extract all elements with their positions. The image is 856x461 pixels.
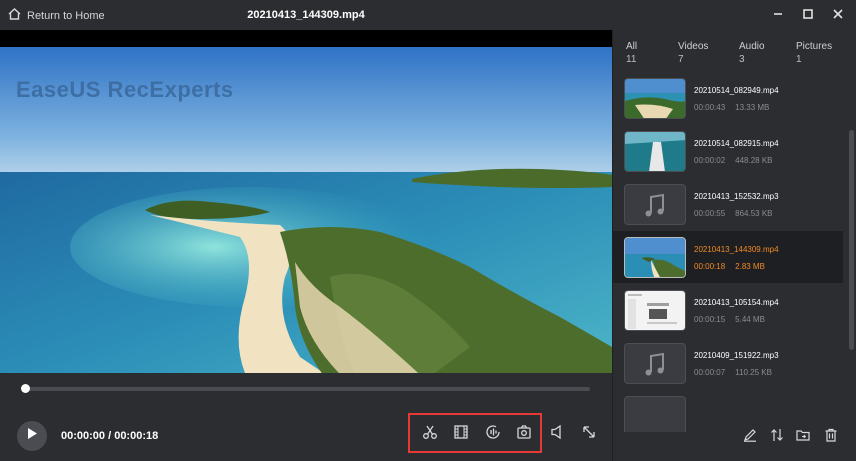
file-meta: 00:00:18 2.83 MB (694, 262, 765, 271)
watermark-text: EaseUS RecExperts (16, 77, 234, 102)
list-item[interactable]: 20210413_152532.mp3 00:00:55 864.53 KB (613, 178, 843, 230)
tab-videos[interactable]: Videos 7 (678, 40, 708, 66)
video-thumbnail (624, 396, 686, 432)
tab-count: 3 (739, 54, 745, 65)
file-duration: 00:00:15 (694, 315, 726, 324)
tab-pictures[interactable]: Pictures 1 (796, 40, 832, 66)
tab-label: Pictures (796, 41, 833, 52)
audio-thumbnail (624, 343, 686, 384)
list-scrollbar[interactable] (849, 130, 854, 350)
sort-icon (770, 428, 784, 447)
video-thumbnail (624, 131, 686, 172)
tab-count: 11 (626, 54, 637, 65)
file-size: 448.28 KB (735, 156, 773, 165)
play-icon (26, 427, 38, 445)
camera-icon (516, 424, 532, 445)
title-bar: Return to Home 20210413_144309.mp4 (0, 0, 856, 30)
list-item[interactable] (613, 390, 843, 432)
speaker-icon (549, 424, 565, 445)
trash-icon (824, 428, 838, 447)
audio-button[interactable] (484, 424, 502, 445)
maximize-icon[interactable] (800, 6, 816, 22)
scissors-icon (422, 424, 438, 445)
file-duration: 00:00:55 (694, 209, 726, 218)
file-meta: 00:00:55 864.53 KB (694, 209, 773, 218)
delete-button[interactable] (822, 428, 840, 446)
extract-frames-button[interactable] (452, 424, 470, 445)
tab-count: 1 (796, 54, 802, 65)
tab-label: Audio (739, 41, 765, 52)
video-thumbnail (624, 237, 686, 278)
progress-bar[interactable] (21, 384, 590, 393)
pen-icon (743, 428, 757, 447)
screenshot-button[interactable] (515, 424, 533, 445)
fullscreen-button[interactable] (580, 425, 598, 443)
file-duration: 00:00:07 (694, 368, 726, 377)
file-duration: 00:00:43 (694, 103, 726, 112)
video-thumbnail (624, 78, 686, 119)
tab-label: All (626, 41, 638, 52)
filter-tabs: All 11 Videos 7 Audio 3 Pictures 1 (613, 40, 856, 70)
trim-button[interactable] (421, 425, 439, 443)
time-display: 00:00:00 / 00:00:18 (61, 430, 159, 442)
file-meta: 00:00:15 5.44 MB (694, 315, 765, 324)
video-player[interactable]: EaseUS RecExperts (0, 30, 612, 373)
file-duration: 00:00:18 (694, 262, 726, 271)
expand-icon (581, 424, 597, 445)
video-thumbnail (624, 290, 686, 331)
list-item-selected[interactable]: 20210413_144309.mp4 00:00:18 2.83 MB (613, 231, 843, 283)
file-name: 20210413_144309.mp4 (694, 245, 779, 254)
music-note-icon (645, 352, 664, 376)
audio-thumbnail (624, 184, 686, 225)
file-size: 110.25 KB (735, 368, 772, 377)
rename-button[interactable] (741, 428, 759, 446)
sort-button[interactable] (768, 428, 786, 446)
minimize-icon[interactable] (770, 6, 786, 22)
recordings-panel: All 11 Videos 7 Audio 3 Pictures 1 20210… (613, 30, 856, 461)
file-size: 2.83 MB (735, 262, 765, 271)
file-name: 20210514_082949.mp4 (694, 86, 779, 95)
file-duration: 00:00:02 (694, 156, 726, 165)
tab-count: 7 (678, 54, 684, 65)
audio-wave-icon (485, 424, 502, 445)
file-name: 20210514_082915.mp4 (694, 139, 779, 148)
file-meta: 00:00:43 13.33 MB (694, 103, 769, 112)
film-icon (453, 424, 469, 445)
recordings-list: 20210514_082949.mp4 00:00:43 13.33 MB 202… (613, 72, 850, 432)
video-frame: EaseUS RecExperts (0, 47, 612, 373)
tab-label: Videos (678, 41, 709, 52)
volume-button[interactable] (548, 424, 566, 445)
file-size: 5.44 MB (735, 315, 765, 324)
list-item[interactable]: 20210409_151922.mp3 00:00:07 110.25 KB (613, 337, 843, 389)
close-icon[interactable] (830, 6, 846, 22)
file-meta: 00:00:07 110.25 KB (694, 368, 772, 377)
list-item[interactable]: 20210413_105154.mp4 00:00:15 5.44 MB (613, 284, 843, 336)
file-meta: 00:00:02 448.28 KB (694, 156, 773, 165)
tab-audio[interactable]: Audio 3 (739, 40, 765, 66)
tab-all[interactable]: All 11 (626, 40, 637, 66)
window-controls (770, 6, 846, 22)
play-button[interactable] (17, 421, 47, 451)
list-toolbar (613, 428, 856, 450)
file-name: 20210413_105154.mp4 (694, 298, 779, 307)
folder-icon (796, 428, 810, 447)
list-item[interactable]: 20210514_082949.mp4 00:00:43 13.33 MB (613, 72, 843, 124)
progress-handle[interactable] (21, 384, 30, 393)
file-name: 20210409_151922.mp3 (694, 351, 779, 360)
file-title: 20210413_144309.mp4 (247, 9, 365, 21)
file-size: 864.53 KB (735, 209, 773, 218)
file-size: 13.33 MB (735, 103, 770, 112)
music-note-icon (645, 193, 664, 217)
open-folder-button[interactable] (794, 428, 812, 446)
list-item[interactable]: 20210514_082915.mp4 00:00:02 448.28 KB (613, 125, 843, 177)
file-name: 20210413_152532.mp3 (694, 192, 779, 201)
